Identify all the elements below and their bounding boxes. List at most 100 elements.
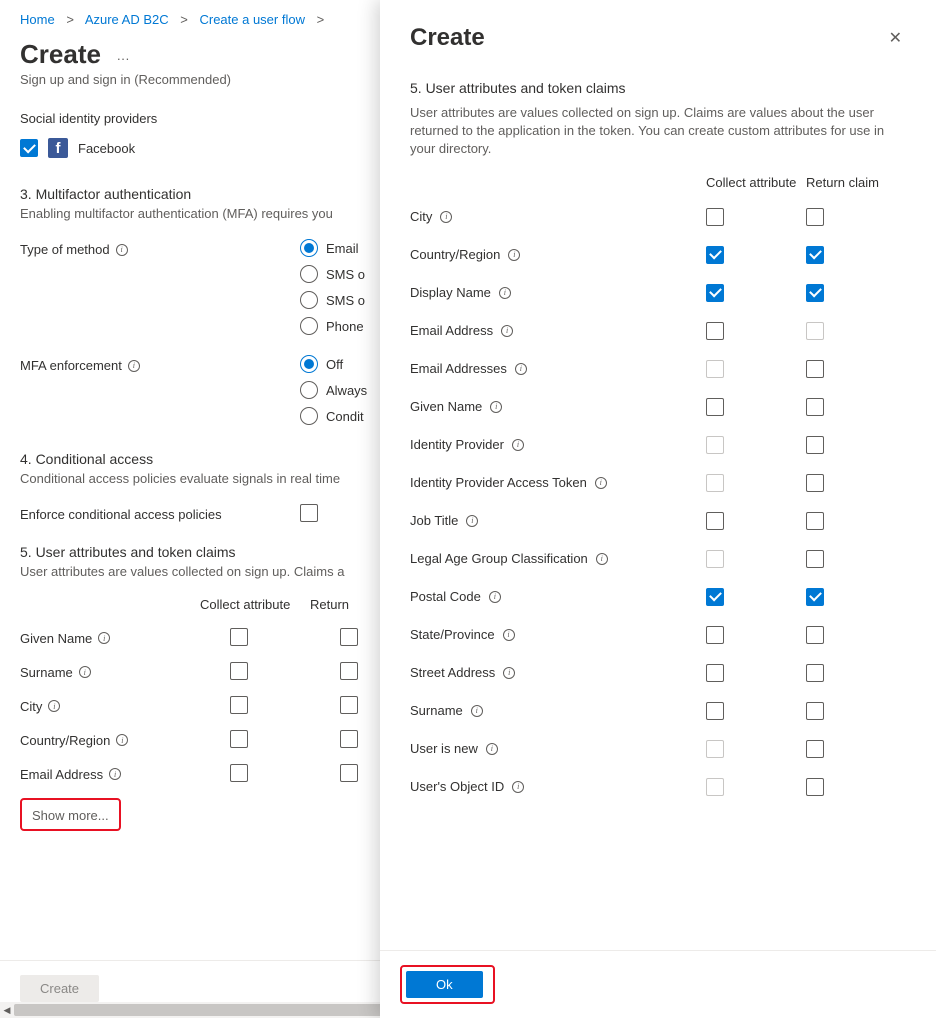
mfa-enforce-radio[interactable] (300, 355, 318, 373)
info-icon[interactable] (116, 244, 128, 256)
mfa-enforce-radio[interactable] (300, 381, 318, 399)
collect-checkbox[interactable] (230, 662, 248, 680)
return-checkbox[interactable] (806, 664, 824, 682)
info-icon[interactable] (466, 515, 478, 527)
collect-checkbox[interactable] (230, 730, 248, 748)
collect-checkbox[interactable] (706, 664, 724, 682)
info-icon[interactable] (490, 401, 502, 413)
attr-name-label: Postal Code (410, 589, 481, 604)
return-checkbox[interactable] (340, 628, 358, 646)
breadcrumb-link-userflow[interactable]: Create a user flow (199, 12, 305, 27)
collect-checkbox[interactable] (706, 702, 724, 720)
collect-checkbox[interactable] (230, 628, 248, 646)
collect-checkbox[interactable] (706, 208, 724, 226)
collect-checkbox[interactable] (706, 284, 724, 302)
return-checkbox[interactable] (806, 246, 824, 264)
attr-name-label: Legal Age Group Classification (410, 551, 588, 566)
mfa-type-option-label: SMS o (326, 293, 365, 308)
return-checkbox[interactable] (340, 662, 358, 680)
return-checkbox[interactable] (806, 626, 824, 644)
mfa-type-radio[interactable] (300, 291, 318, 309)
info-icon[interactable] (501, 325, 513, 337)
return-checkbox[interactable] (806, 702, 824, 720)
return-checkbox[interactable] (806, 360, 824, 378)
table-row: Email Addresses (410, 360, 906, 378)
more-menu-icon[interactable]: ··· (117, 51, 130, 66)
info-icon[interactable] (596, 553, 608, 565)
mfa-enforce-label: MFA enforcement (20, 358, 122, 373)
info-icon[interactable] (471, 705, 483, 717)
return-checkbox[interactable] (806, 474, 824, 492)
attr-name-label: Job Title (410, 513, 458, 528)
collect-checkbox[interactable] (706, 512, 724, 530)
info-icon[interactable] (440, 211, 452, 223)
attr-name-label: Email Addresses (410, 361, 507, 376)
create-button[interactable]: Create (20, 975, 99, 1002)
breadcrumb-link-b2c[interactable]: Azure AD B2C (85, 12, 169, 27)
info-icon[interactable] (128, 360, 140, 372)
table-row: State/Province (410, 626, 906, 644)
info-icon[interactable] (48, 700, 60, 712)
return-checkbox[interactable] (340, 696, 358, 714)
attr-name-label: Country/Region (20, 733, 110, 748)
mfa-type-option-label: SMS o (326, 267, 365, 282)
info-icon[interactable] (98, 632, 110, 644)
info-icon[interactable] (512, 781, 524, 793)
attr-name-label: Given Name (410, 399, 482, 414)
return-checkbox[interactable] (340, 764, 358, 782)
table-row: City (410, 208, 906, 226)
return-checkbox[interactable] (806, 208, 824, 226)
attr-name-label: Surname (410, 703, 463, 718)
info-icon[interactable] (503, 629, 515, 641)
info-icon[interactable] (79, 666, 91, 678)
return-checkbox[interactable] (806, 550, 824, 568)
return-checkbox[interactable] (806, 588, 824, 606)
provider-facebook-checkbox[interactable] (20, 139, 38, 157)
collect-checkbox[interactable] (706, 322, 724, 340)
mfa-enforce-radio[interactable] (300, 407, 318, 425)
info-icon[interactable] (116, 734, 128, 746)
return-checkbox[interactable] (806, 778, 824, 796)
attr-name-label: City (410, 209, 432, 224)
mfa-type-radio[interactable] (300, 265, 318, 283)
table-row: Email Address (410, 322, 906, 340)
cond-checkbox[interactable] (300, 504, 318, 522)
info-icon[interactable] (512, 439, 524, 451)
cond-checkbox-label: Enforce conditional access policies (20, 507, 222, 522)
collect-checkbox (706, 360, 724, 378)
mfa-type-radio[interactable] (300, 239, 318, 257)
table-row: Display Name (410, 284, 906, 302)
collect-checkbox[interactable] (706, 398, 724, 416)
page-title: Create (20, 39, 101, 70)
info-icon[interactable] (499, 287, 511, 299)
return-checkbox[interactable] (806, 512, 824, 530)
info-icon[interactable] (109, 768, 121, 780)
close-icon[interactable]: ✕ (885, 24, 906, 52)
info-icon[interactable] (486, 743, 498, 755)
show-more-link[interactable]: Show more... (26, 804, 115, 827)
mfa-enforce-radio-group: OffAlwaysCondit (300, 355, 367, 425)
return-checkbox[interactable] (806, 740, 824, 758)
collect-checkbox[interactable] (706, 588, 724, 606)
attr-name-label: City (20, 699, 42, 714)
info-icon[interactable] (595, 477, 607, 489)
collect-checkbox[interactable] (706, 626, 724, 644)
info-icon[interactable] (508, 249, 520, 261)
info-icon[interactable] (503, 667, 515, 679)
info-icon[interactable] (489, 591, 501, 603)
table-row: User is new (410, 740, 906, 758)
collect-checkbox[interactable] (230, 764, 248, 782)
return-checkbox[interactable] (340, 730, 358, 748)
mfa-type-radio-group: EmailSMS oSMS oPhone (300, 239, 365, 335)
mfa-type-radio[interactable] (300, 317, 318, 335)
return-checkbox[interactable] (806, 398, 824, 416)
collect-checkbox[interactable] (230, 696, 248, 714)
return-checkbox[interactable] (806, 284, 824, 302)
info-icon[interactable] (515, 363, 527, 375)
attr-name-label: State/Province (410, 627, 495, 642)
breadcrumb-link-home[interactable]: Home (20, 12, 55, 27)
ok-button[interactable]: Ok (406, 971, 483, 998)
table-row: Legal Age Group Classification (410, 550, 906, 568)
collect-checkbox[interactable] (706, 246, 724, 264)
return-checkbox[interactable] (806, 436, 824, 454)
